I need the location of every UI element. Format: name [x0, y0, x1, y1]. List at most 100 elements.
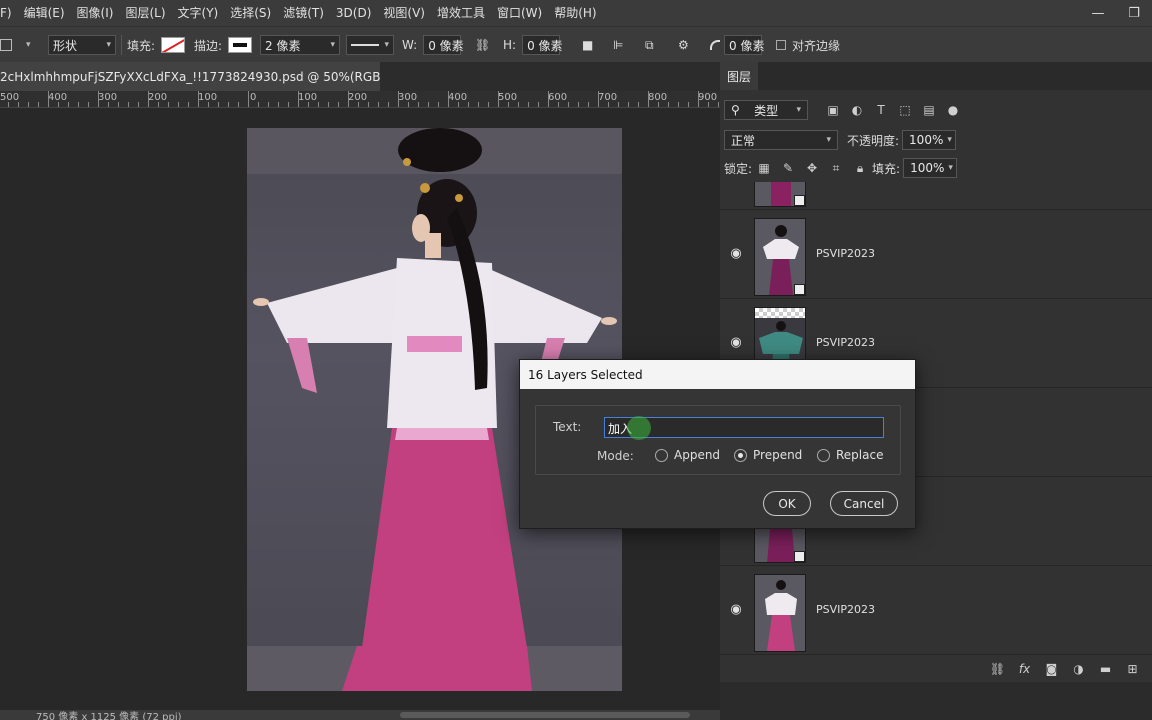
stroke-type-select[interactable]: ▾ [346, 27, 394, 63]
ruler-tick [318, 102, 319, 107]
link-layers-icon[interactable]: ⛓ [984, 662, 1011, 676]
menu-type[interactable]: 文字(Y) [172, 0, 225, 26]
stroke-width-field[interactable]: 2 像素 ▾ [260, 27, 340, 63]
menu-help[interactable]: 帮助(H) [548, 0, 602, 26]
ruler-tick [188, 102, 189, 107]
height-value[interactable]: 0 像素 [522, 35, 563, 55]
adjustment-filter-icon[interactable]: ◐ [850, 103, 864, 117]
stroke-swatch[interactable] [228, 37, 253, 53]
skirt-hem-fragment [342, 646, 532, 691]
radio-icon [817, 448, 830, 462]
path-arrangement-icon[interactable]: ⧉ [645, 27, 654, 63]
horizontal-ruler: 500 400 300 200 100 0 100 200 300 400 50… [0, 91, 720, 108]
menu-3d[interactable]: 3D(D) [330, 0, 377, 26]
gear-icon[interactable]: ⚙ [678, 27, 689, 63]
eye-icon[interactable]: ◉ [728, 602, 744, 618]
new-group-icon[interactable]: ▬ [1092, 662, 1119, 676]
chevron-down-icon: ▾ [106, 40, 111, 50]
ruler-tick [48, 91, 49, 107]
menu-view[interactable]: 视图(V) [377, 0, 431, 26]
ruler-tick [608, 102, 609, 107]
fill-none-swatch[interactable] [161, 37, 186, 53]
ruler-tick [258, 102, 259, 107]
eye-icon[interactable]: ◉ [728, 335, 744, 351]
ruler-tick [528, 102, 529, 107]
ruler-tick [288, 102, 289, 107]
tool-preset-picker[interactable]: ▾ [0, 27, 31, 63]
menu-image[interactable]: 图像(I) [71, 0, 120, 26]
fx-icon[interactable]: fx [1011, 662, 1038, 676]
filter-kind-select[interactable]: ⚲ 类型 ▾ [724, 100, 808, 120]
ruler-tick [418, 102, 419, 107]
layer-name[interactable]: PSVIP2023 [816, 247, 875, 260]
fill-control[interactable]: 填充: [127, 27, 186, 63]
image-filter-icon[interactable]: ▣ [826, 103, 840, 117]
shape-filter-icon[interactable]: ⬚ [898, 103, 912, 117]
mode-replace-radio[interactable]: Replace [817, 448, 883, 462]
menu-plugins[interactable]: 增效工具 [431, 0, 491, 26]
text-input[interactable]: 加入 [604, 416, 884, 440]
eye-icon[interactable]: ◉ [728, 246, 744, 262]
align-edges-checkbox[interactable] [776, 40, 786, 50]
mode-append-radio[interactable]: Append [655, 448, 720, 462]
menu-select[interactable]: 选择(S) [224, 0, 277, 26]
stroke-control[interactable]: 描边: [194, 27, 253, 63]
layer-row[interactable] [720, 182, 1152, 210]
lock-image-icon[interactable]: ✎ [781, 161, 795, 175]
align-edges-option[interactable]: 对齐边缘 [776, 27, 840, 63]
layer-thumbnail [754, 182, 806, 207]
ruler-tick [718, 102, 719, 107]
smart-object-filter-icon[interactable]: ▤ [922, 103, 936, 117]
cancel-button[interactable]: Cancel [830, 491, 898, 516]
lock-transparent-icon[interactable]: ▦ [757, 161, 771, 175]
ruler-tick [548, 91, 549, 107]
corner-radius-value[interactable]: 0 像素 [724, 35, 764, 55]
layer-row[interactable]: ◉ PSVIP2023 [720, 566, 1152, 654]
link-icon[interactable]: ⛓ [475, 27, 490, 63]
shape-mode-select[interactable]: 形状 ▾ [48, 27, 116, 63]
lock-all-icon[interactable]: 🔒︎ [853, 161, 867, 175]
horizontal-scrollbar[interactable] [400, 712, 690, 718]
minimize-button[interactable]: — [1080, 0, 1116, 26]
tab-layers[interactable]: 图层 [720, 62, 758, 90]
document-tab[interactable]: 2cHxlmhhmpuFjSZFyXXcLdFXa_!!1773824930.p… [0, 62, 380, 91]
ruler-tick [298, 91, 299, 107]
menu-file[interactable]: F) [0, 0, 18, 26]
artboard-lock-icon[interactable]: ⌗ [829, 161, 843, 175]
filter-toggle-icon[interactable]: ● [946, 103, 960, 117]
layer-name[interactable]: PSVIP2023 [816, 336, 875, 349]
menu-window[interactable]: 窗口(W) [491, 0, 548, 26]
restore-button[interactable]: ❐ [1116, 0, 1152, 26]
mode-prepend-radio[interactable]: Prepend [734, 448, 802, 462]
path-operations-icon[interactable]: ■ [582, 27, 593, 63]
shape-mode-value: 形状 [53, 38, 78, 53]
ruler-tick [118, 102, 119, 107]
menu-filter[interactable]: 滤镜(T) [277, 0, 330, 26]
ruler-tick [28, 102, 29, 107]
opacity-field[interactable]: 100% ▾ [902, 130, 957, 150]
width-field[interactable]: W: 0 像素 [402, 27, 464, 63]
ruler-tick [698, 91, 699, 107]
fill-field[interactable]: 100% ▾ [903, 158, 958, 178]
mode-append-label: Append [674, 448, 721, 462]
ok-button[interactable]: OK [763, 491, 811, 516]
adjustment-layer-icon[interactable]: ◑ [1065, 662, 1092, 676]
smart-object-badge-icon [794, 284, 805, 295]
menu-layer[interactable]: 图层(L) [119, 0, 171, 26]
ruler-tick [348, 91, 349, 107]
lock-position-icon[interactable]: ✥ [805, 161, 819, 175]
height-field[interactable]: H: 0 像素 [503, 27, 563, 63]
blend-mode-select[interactable]: 正常 ▾ [724, 130, 838, 150]
path-alignment-icon[interactable]: ⊫ [613, 27, 623, 63]
width-value[interactable]: 0 像素 [423, 35, 464, 55]
options-bar: ▾ 形状 ▾ 填充: 描边: 2 像素 ▾ ▾ W: 0 像素 ⛓ H: 0 像… [0, 26, 1152, 62]
layer-row[interactable]: ◉ PSVIP2023 [720, 210, 1152, 299]
rectangle-icon [0, 39, 12, 51]
type-filter-icon[interactable]: T [874, 103, 888, 117]
ruler-tick [58, 102, 59, 107]
new-layer-icon[interactable]: ⊞ [1119, 662, 1146, 676]
add-mask-icon[interactable]: ◙ [1038, 662, 1065, 676]
menu-edit[interactable]: 编辑(E) [18, 0, 71, 26]
layer-name[interactable]: PSVIP2023 [816, 603, 875, 616]
corner-radius-field[interactable]: 0 像素 [710, 27, 764, 63]
